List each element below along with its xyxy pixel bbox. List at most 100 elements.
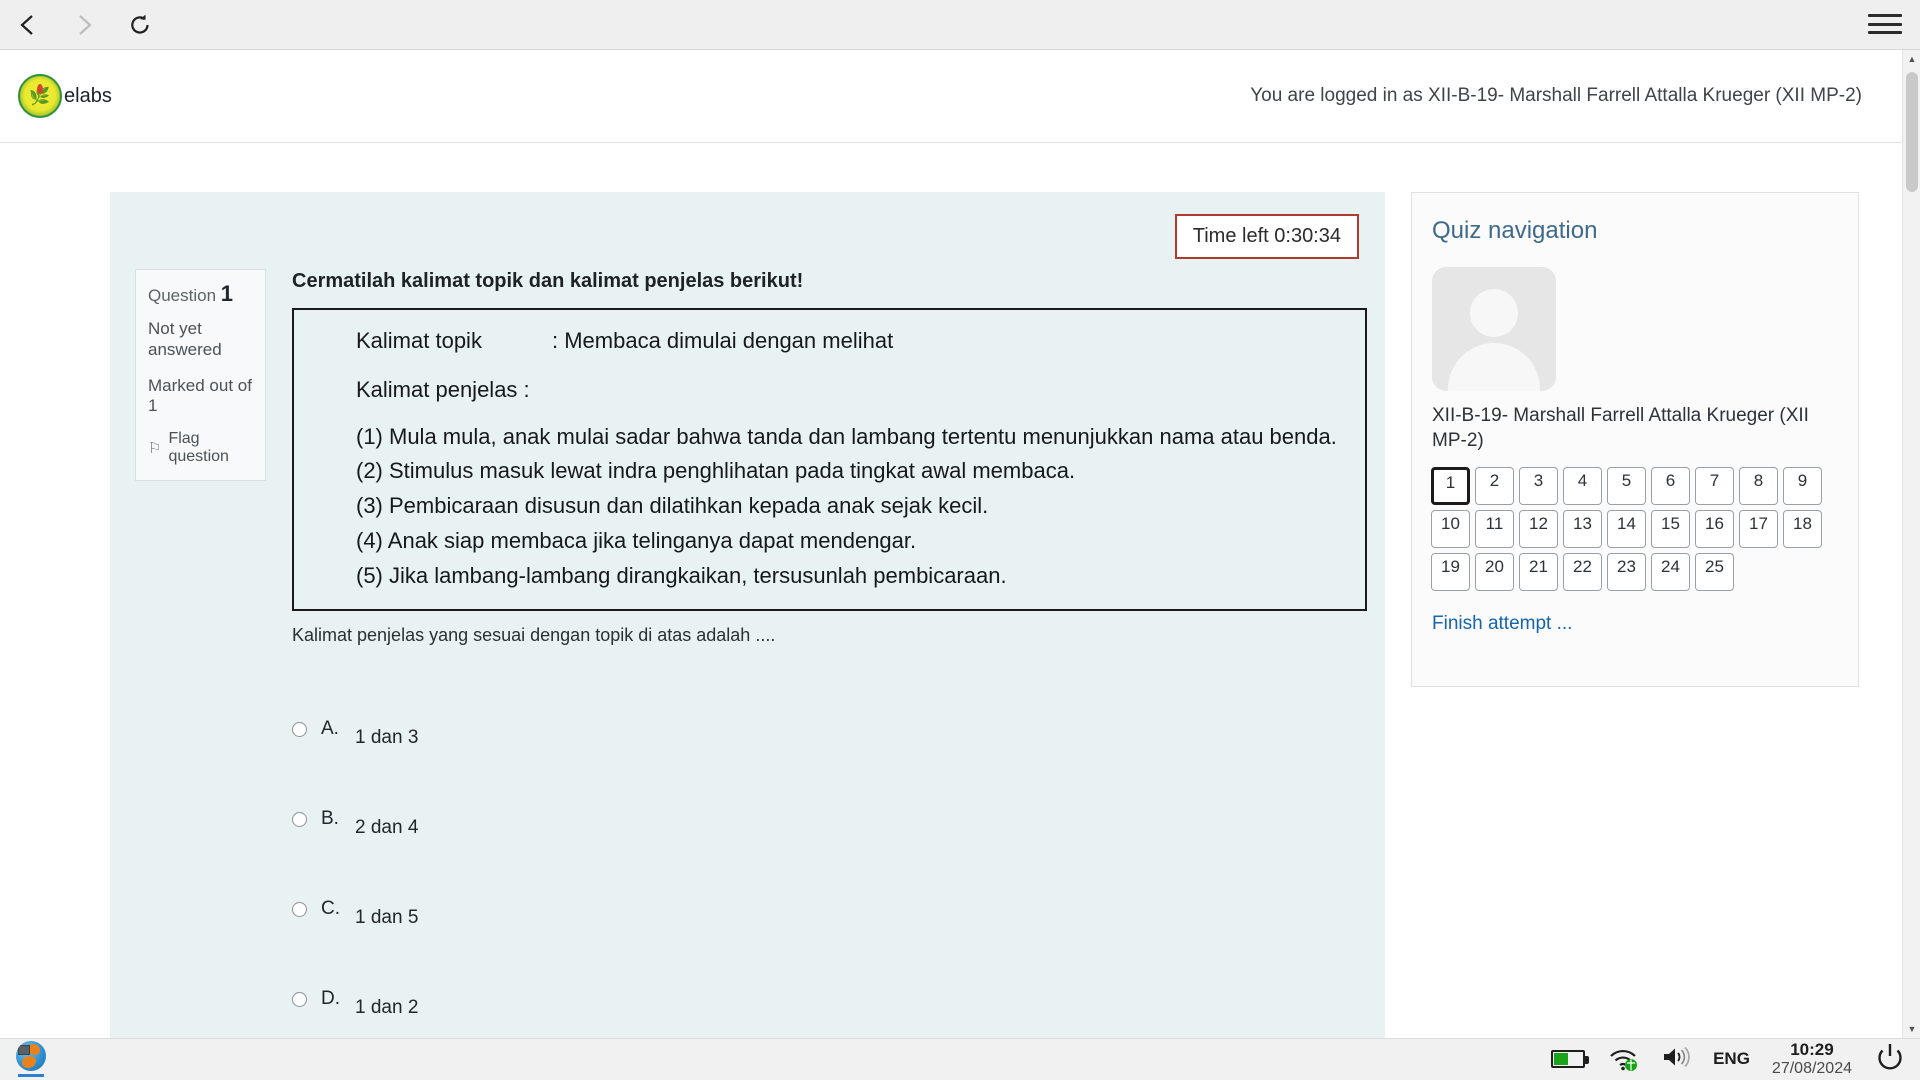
- browser-toolbar: [0, 0, 1920, 50]
- hamburger-menu-icon[interactable]: [1868, 11, 1902, 37]
- question-nav-button-4[interactable]: 4: [1563, 467, 1602, 506]
- page-scrollbar[interactable]: ▲ ▼: [1902, 50, 1920, 1038]
- stimulus-item: (1) Mula mula, anak mulai sadar bahwa ta…: [356, 423, 1337, 449]
- stimulus-item: (2) Stimulus masuk lewat indra penghliha…: [356, 458, 1076, 484]
- reload-button[interactable]: [112, 0, 168, 50]
- question-nav-button-14[interactable]: 14: [1607, 510, 1646, 549]
- question-info-box: Question 1 Not yet answered Marked out o…: [135, 269, 266, 482]
- chevron-right-icon: [79, 14, 92, 35]
- question-nav-button-9[interactable]: 9: [1783, 467, 1822, 506]
- question-nav-button-6[interactable]: 6: [1651, 467, 1690, 506]
- battery-icon[interactable]: [1551, 1050, 1590, 1069]
- question-nav-button-25[interactable]: 25: [1695, 553, 1734, 592]
- answer-option-b[interactable]: B. 2 dan 4: [292, 808, 1367, 898]
- quiz-main-column: Time left 0:30:34 Question 1 Not yet ans…: [110, 192, 1385, 1038]
- stimulus-spacer: [308, 359, 1351, 373]
- stimulus-topic-row: Kalimat topik: Membaca dimulai dengan me…: [356, 324, 1351, 359]
- finish-attempt-link[interactable]: Finish attempt ...: [1432, 613, 1858, 635]
- answer-text: 2 dan 4: [355, 817, 419, 839]
- wifi-icon[interactable]: [1607, 1047, 1639, 1072]
- radio-button-a[interactable]: [292, 722, 307, 738]
- question-nav-button-23[interactable]: 23: [1607, 553, 1646, 592]
- question-content: Cermatilah kalimat topik dan kalimat pen…: [292, 270, 1367, 1038]
- time-left-label: Time left 0:30:34: [1174, 214, 1359, 259]
- quiz-timer: Time left 0:30:34: [1174, 214, 1359, 259]
- page-viewport: 🌿 elabs You are logged in as XII-B-19- M…: [0, 50, 1920, 1038]
- stimulus-item-list: (1) Mula mula, anak mulai sadar bahwa ta…: [308, 420, 1351, 594]
- power-icon: [1878, 1043, 1902, 1070]
- question-prompt: Cermatilah kalimat topik dan kalimat pen…: [292, 270, 804, 292]
- question-nav-button-2[interactable]: 2: [1475, 467, 1514, 506]
- scroll-down-arrow-icon[interactable]: ▼: [1903, 1020, 1920, 1038]
- flag-question-button[interactable]: ⚐ Flag question: [148, 430, 253, 466]
- question-word: Question: [148, 286, 217, 305]
- system-tray: ENG 10:29 27/08/2024: [1551, 1040, 1906, 1078]
- question-nav-button-8[interactable]: 8: [1739, 467, 1778, 506]
- back-button[interactable]: [0, 0, 56, 50]
- language-indicator[interactable]: ENG: [1713, 1049, 1750, 1069]
- question-nav-button-5[interactable]: 5: [1607, 467, 1646, 506]
- stimulus-item: (3) Pembicaraan disusun dan dilatihkan k…: [356, 493, 989, 518]
- answer-text: 1 dan 5: [355, 907, 419, 929]
- answer-letter: C.: [321, 898, 340, 920]
- quiz-navigation-title: Quiz navigation: [1432, 217, 1598, 244]
- question-state: Not yet answered: [148, 319, 222, 359]
- chevron-left-icon: [20, 14, 33, 35]
- question-nav-button-24[interactable]: 24: [1651, 553, 1690, 592]
- stimulus-topic-label: Kalimat topik: [356, 328, 482, 353]
- answer-option-d[interactable]: D. 1 dan 2: [292, 988, 1367, 1038]
- question-number-line: Question 1: [148, 281, 253, 307]
- question-number-grid: 1 2 3 4 5 6 7 8 9 10 11 12 13 14 15 16 1…: [1431, 467, 1831, 592]
- question-nav-button-7[interactable]: 7: [1695, 467, 1734, 506]
- question-nav-button-11[interactable]: 11: [1475, 510, 1514, 549]
- active-app-indicator: [18, 1073, 44, 1077]
- scroll-up-arrow-icon[interactable]: ▲: [1903, 50, 1920, 68]
- question-nav-button-12[interactable]: 12: [1519, 510, 1558, 549]
- question-nav-button-20[interactable]: 20: [1475, 553, 1514, 592]
- question-nav-button-19[interactable]: 19: [1431, 553, 1470, 592]
- question-nav-button-15[interactable]: 15: [1651, 510, 1690, 549]
- power-button[interactable]: [1874, 1041, 1906, 1078]
- radio-button-c[interactable]: [292, 902, 307, 918]
- site-header: 🌿 elabs You are logged in as XII-B-19- M…: [0, 50, 1902, 143]
- radio-button-d[interactable]: [292, 992, 307, 1008]
- answer-text: 1 dan 3: [355, 727, 419, 749]
- stimulus-explainer-label: Kalimat penjelas :: [356, 376, 530, 402]
- question-nav-button-16[interactable]: 16: [1695, 510, 1734, 549]
- question-nav-button-10[interactable]: 10: [1431, 510, 1470, 549]
- question-marks: Marked out of 1: [148, 376, 252, 416]
- answer-option-c[interactable]: C. 1 dan 5: [292, 898, 1367, 988]
- flag-question-label: Flag question: [168, 430, 229, 466]
- question-nav-button-17[interactable]: 17: [1739, 510, 1778, 549]
- quiz-navigation-user-name: XII-B-19- Marshall Farrell Attalla Krueg…: [1432, 405, 1809, 452]
- taskbar-clock[interactable]: 10:29 27/08/2024: [1772, 1040, 1852, 1078]
- taskbar-browser-app[interactable]: [10, 1040, 52, 1079]
- answer-letter: D.: [321, 988, 340, 1010]
- forward-button[interactable]: [56, 0, 112, 50]
- os-taskbar: ENG 10:29 27/08/2024: [0, 1038, 1920, 1080]
- school-crest-logo-icon: 🌿: [18, 74, 62, 118]
- question-nav-button-21[interactable]: 21: [1519, 553, 1558, 592]
- stimulus-item: (5) Jika lambang-lambang dirangkaikan, t…: [356, 562, 1007, 588]
- clock-date: 27/08/2024: [1771, 1060, 1852, 1078]
- question-number: 1: [220, 281, 234, 306]
- speaker-icon[interactable]: [1661, 1045, 1691, 1074]
- clock-time: 10:29: [1790, 1040, 1834, 1060]
- reload-icon: [131, 14, 149, 34]
- answer-option-a[interactable]: A. 1 dan 3: [292, 718, 1367, 808]
- scroll-thumb[interactable]: [1906, 72, 1918, 192]
- user-avatar-placeholder-icon: [1432, 267, 1556, 391]
- site-brand[interactable]: 🌿 elabs: [18, 74, 112, 118]
- answer-text: 1 dan 2: [355, 997, 419, 1019]
- question-subtext: Kalimat penjelas yang sesuai dengan topi…: [292, 625, 776, 646]
- stimulus-item: (4) Anak siap membaca jika telinganya da…: [356, 527, 917, 553]
- question-nav-button-1[interactable]: 1: [1431, 467, 1470, 506]
- question-nav-button-18[interactable]: 18: [1783, 510, 1822, 549]
- radio-button-b[interactable]: [292, 812, 307, 828]
- question-nav-button-13[interactable]: 13: [1563, 510, 1602, 549]
- question-nav-button-22[interactable]: 22: [1563, 553, 1602, 592]
- flag-icon: ⚐: [148, 440, 162, 458]
- quiz-navigation-panel: Quiz navigation XII-B-19- Marshall Farre…: [1411, 192, 1859, 687]
- page-body: Time left 0:30:34 Question 1 Not yet ans…: [0, 144, 1902, 1038]
- question-nav-button-3[interactable]: 3: [1519, 467, 1558, 506]
